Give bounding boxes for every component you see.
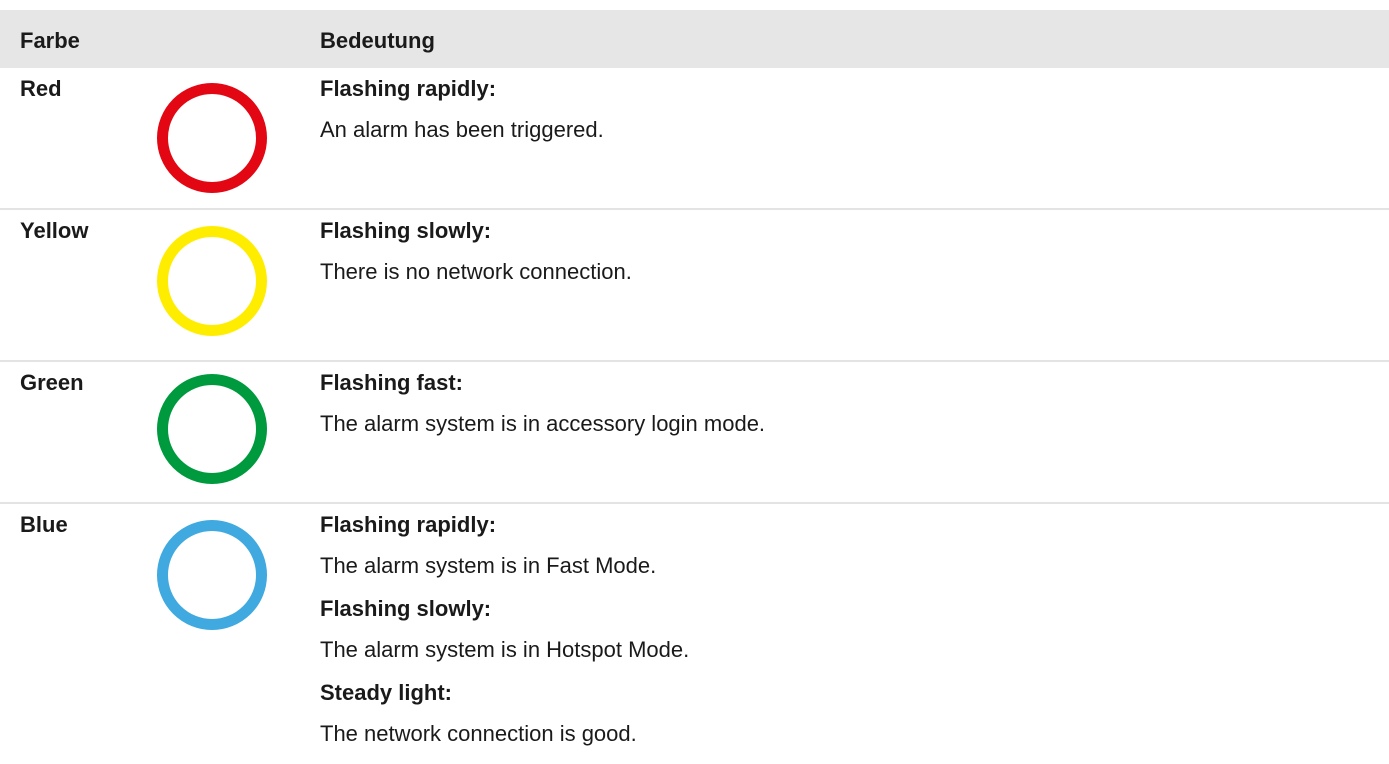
color-name: Red — [20, 76, 62, 101]
color-name: Green — [20, 370, 84, 395]
table-row-red: Red Flashing rapidly: An alarm has been … — [0, 68, 1389, 210]
entry-text: The alarm system is in accessory login m… — [320, 411, 766, 436]
entry-label: Flashing slowly: — [320, 596, 492, 621]
color-name: Blue — [20, 512, 68, 537]
entry-label: Flashing rapidly: — [320, 76, 497, 101]
meaning-cell: Flashing rapidly: An alarm has been trig… — [320, 76, 1369, 160]
meaning-cell: Flashing rapidly: The alarm system is in… — [320, 512, 1369, 764]
entry-label: Flashing rapidly: — [320, 512, 497, 537]
entry-label: Flashing fast: — [320, 370, 464, 395]
green-ring-icon — [157, 374, 267, 484]
entry-text: The network connection is good. — [320, 721, 637, 746]
yellow-ring-icon — [157, 226, 267, 336]
table-row-yellow: Yellow Flashing slowly: There is no netw… — [0, 210, 1389, 362]
entry-text: The alarm system is in Hotspot Mode. — [320, 637, 690, 662]
blue-ring-icon — [157, 520, 267, 630]
header-meaning: Bedeutung — [320, 28, 435, 53]
table-row-green: Green Flashing fast: The alarm system is… — [0, 362, 1389, 504]
red-ring-icon — [157, 83, 267, 193]
led-color-table: Farbe Bedeutung Red Flashing rapidly: An… — [0, 10, 1389, 746]
entry-label: Steady light: — [320, 680, 453, 705]
entry-text: An alarm has been triggered. — [320, 117, 604, 142]
entry-text: There is no network connection. — [320, 259, 632, 284]
entry-text: The alarm system is in Fast Mode. — [320, 553, 657, 578]
entry-label: Flashing slowly: — [320, 218, 492, 243]
color-name: Yellow — [20, 218, 89, 243]
header-color: Farbe — [20, 28, 80, 53]
meaning-cell: Flashing slowly: There is no network con… — [320, 218, 1369, 302]
table-row-blue: Blue Flashing rapidly: The alarm system … — [0, 504, 1389, 746]
table-header: Farbe Bedeutung — [0, 10, 1389, 68]
meaning-cell: Flashing fast: The alarm system is in ac… — [320, 370, 1369, 454]
